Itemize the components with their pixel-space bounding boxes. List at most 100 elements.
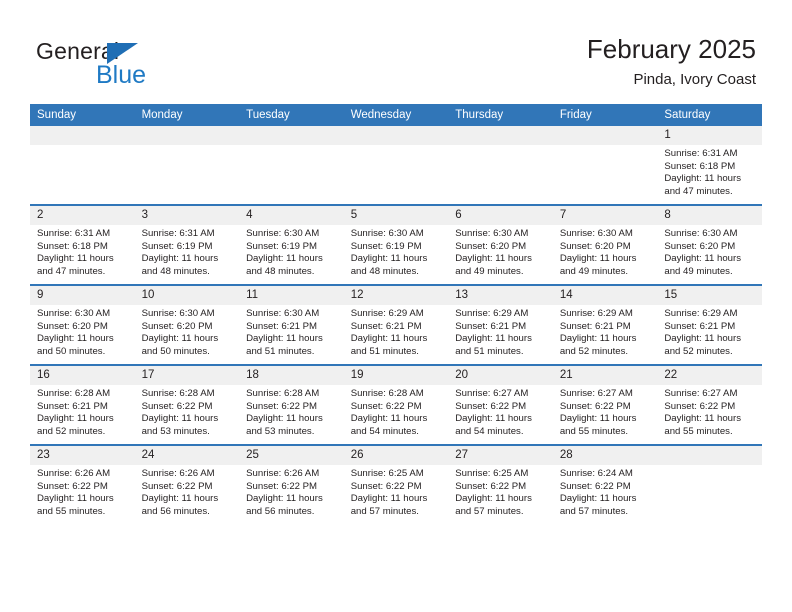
day-cell[interactable]: 17 Sunrise: 6:28 AM Sunset: 6:22 PM Dayl… [134, 364, 240, 445]
day-cell[interactable]: 21 Sunrise: 6:27 AM Sunset: 6:22 PM Dayl… [552, 364, 658, 445]
day-number [239, 126, 344, 145]
daylight-text-line1: Daylight: 11 hours [559, 493, 637, 505]
day-cell[interactable]: 13 Sunrise: 6:29 AM Sunset: 6:21 PM Dayl… [448, 284, 553, 365]
day-number: 28 [552, 446, 658, 465]
day-details: Sunrise: 6:29 AM Sunset: 6:21 PM Dayligh… [344, 305, 449, 358]
day-details: Sunrise: 6:31 AM Sunset: 6:18 PM Dayligh… [657, 145, 762, 198]
day-cell[interactable]: 7 Sunrise: 6:30 AM Sunset: 6:20 PM Dayli… [552, 204, 658, 285]
sunset-text: Sunset: 6:19 PM [246, 240, 318, 252]
sunrise-text: Sunrise: 6:30 AM [141, 308, 215, 319]
daylight-text-line2: and 56 minutes. [141, 505, 210, 517]
day-details: Sunrise: 6:27 AM Sunset: 6:22 PM Dayligh… [448, 385, 553, 438]
sunset-text: Sunset: 6:20 PM [141, 320, 213, 332]
week-row: 1 Sunrise: 6:31 AM Sunset: 6:18 PM Dayli… [30, 126, 762, 205]
day-cell[interactable]: 23 Sunrise: 6:26 AM Sunset: 6:22 PM Dayl… [30, 444, 135, 524]
week-row: 2 Sunrise: 6:31 AM Sunset: 6:18 PM Dayli… [30, 204, 762, 285]
sunset-text: Sunset: 6:22 PM [455, 480, 527, 492]
day-cell[interactable]: 9 Sunrise: 6:30 AM Sunset: 6:20 PM Dayli… [30, 284, 135, 365]
day-cell[interactable]: 15 Sunrise: 6:29 AM Sunset: 6:21 PM Dayl… [657, 284, 762, 365]
day-details: Sunrise: 6:30 AM Sunset: 6:20 PM Dayligh… [30, 305, 135, 358]
sunrise-text: Sunrise: 6:27 AM [455, 388, 529, 399]
day-cell-empty [448, 126, 553, 205]
weekday-header-wednesday: Wednesday [343, 104, 449, 126]
daylight-text-line1: Daylight: 11 hours [37, 493, 114, 505]
daylight-text-line2: and 53 minutes. [246, 425, 315, 437]
sunset-text: Sunset: 6:19 PM [350, 240, 422, 252]
page-title: February 2025 [586, 34, 756, 64]
day-cell[interactable]: 1 Sunrise: 6:31 AM Sunset: 6:18 PM Dayli… [657, 126, 762, 205]
day-cell[interactable]: 24 Sunrise: 6:26 AM Sunset: 6:22 PM Dayl… [134, 444, 240, 524]
day-cell[interactable]: 6 Sunrise: 6:30 AM Sunset: 6:20 PM Dayli… [448, 204, 553, 285]
day-cell[interactable]: 10 Sunrise: 6:30 AM Sunset: 6:20 PM Dayl… [134, 284, 240, 365]
sunset-text: Sunset: 6:22 PM [350, 400, 422, 412]
day-cell[interactable]: 19 Sunrise: 6:28 AM Sunset: 6:22 PM Dayl… [343, 364, 449, 445]
day-cell[interactable]: 11 Sunrise: 6:30 AM Sunset: 6:21 PM Dayl… [239, 284, 344, 365]
day-cell[interactable]: 26 Sunrise: 6:25 AM Sunset: 6:22 PM Dayl… [343, 444, 449, 524]
sunset-text: Sunset: 6:21 PM [246, 320, 318, 332]
sunrise-text: Sunrise: 6:28 AM [350, 388, 424, 399]
sunrise-text: Sunrise: 6:29 AM [350, 308, 424, 319]
sunrise-text: Sunrise: 6:29 AM [455, 308, 529, 319]
day-cell[interactable]: 5 Sunrise: 6:30 AM Sunset: 6:19 PM Dayli… [343, 204, 449, 285]
day-cell[interactable]: 14 Sunrise: 6:29 AM Sunset: 6:21 PM Dayl… [552, 284, 658, 365]
day-cell[interactable]: 22 Sunrise: 6:27 AM Sunset: 6:22 PM Dayl… [657, 364, 762, 445]
day-number: 18 [239, 366, 344, 385]
day-number: 7 [552, 206, 658, 225]
sunrise-text: Sunrise: 6:26 AM [246, 468, 320, 479]
daylight-text-line1: Daylight: 11 hours [246, 493, 323, 505]
day-details: Sunrise: 6:28 AM Sunset: 6:22 PM Dayligh… [239, 385, 344, 438]
day-number: 1 [657, 126, 762, 145]
day-cell[interactable]: 28 Sunrise: 6:24 AM Sunset: 6:22 PM Dayl… [552, 444, 658, 524]
sunset-text: Sunset: 6:18 PM [664, 160, 736, 172]
day-cell[interactable]: 2 Sunrise: 6:31 AM Sunset: 6:18 PM Dayli… [30, 204, 135, 285]
day-number: 25 [239, 446, 344, 465]
weekday-header-tuesday: Tuesday [239, 104, 344, 126]
day-number: 3 [134, 206, 240, 225]
sunset-text: Sunset: 6:20 PM [455, 240, 527, 252]
day-cell[interactable]: 27 Sunrise: 6:25 AM Sunset: 6:22 PM Dayl… [448, 444, 553, 524]
day-details: Sunrise: 6:27 AM Sunset: 6:22 PM Dayligh… [553, 385, 658, 438]
day-number: 17 [134, 366, 240, 385]
daylight-text-line1: Daylight: 11 hours [37, 333, 114, 345]
sunset-text: Sunset: 6:19 PM [141, 240, 213, 252]
day-cell[interactable]: 12 Sunrise: 6:29 AM Sunset: 6:21 PM Dayl… [343, 284, 449, 365]
sunset-text: Sunset: 6:20 PM [664, 240, 736, 252]
day-number: 21 [552, 366, 658, 385]
day-details: Sunrise: 6:28 AM Sunset: 6:22 PM Dayligh… [135, 385, 240, 438]
sunset-text: Sunset: 6:22 PM [246, 400, 318, 412]
day-number: 8 [657, 206, 762, 225]
day-number: 15 [657, 286, 762, 305]
daylight-text-line2: and 55 minutes. [664, 425, 733, 437]
day-number: 5 [343, 206, 449, 225]
daylight-text-line1: Daylight: 11 hours [37, 413, 114, 425]
day-cell[interactable]: 4 Sunrise: 6:30 AM Sunset: 6:19 PM Dayli… [239, 204, 344, 285]
day-number: 6 [448, 206, 553, 225]
day-cell[interactable]: 25 Sunrise: 6:26 AM Sunset: 6:22 PM Dayl… [239, 444, 344, 524]
sunrise-text: Sunrise: 6:30 AM [350, 228, 424, 239]
day-cell[interactable]: 8 Sunrise: 6:30 AM Sunset: 6:20 PM Dayli… [657, 204, 762, 285]
day-cell[interactable]: 16 Sunrise: 6:28 AM Sunset: 6:21 PM Dayl… [30, 364, 135, 445]
day-cell[interactable]: 3 Sunrise: 6:31 AM Sunset: 6:19 PM Dayli… [134, 204, 240, 285]
page-header: General Blue February 2025 Pinda, Ivory … [0, 0, 792, 104]
sunset-text: Sunset: 6:22 PM [37, 480, 108, 492]
daylight-text-line2: and 48 minutes. [350, 265, 419, 277]
sunrise-text: Sunrise: 6:30 AM [664, 228, 738, 239]
day-number: 16 [30, 366, 135, 385]
day-details: Sunrise: 6:30 AM Sunset: 6:20 PM Dayligh… [448, 225, 553, 278]
daylight-text-line1: Daylight: 11 hours [246, 253, 323, 265]
day-details: Sunrise: 6:30 AM Sunset: 6:19 PM Dayligh… [239, 225, 344, 278]
sunrise-text: Sunrise: 6:24 AM [559, 468, 633, 479]
daylight-text-line2: and 49 minutes. [664, 265, 733, 277]
calendar-body: 1 Sunrise: 6:31 AM Sunset: 6:18 PM Dayli… [30, 126, 762, 524]
sunrise-text: Sunrise: 6:31 AM [37, 228, 111, 239]
day-cell[interactable]: 20 Sunrise: 6:27 AM Sunset: 6:22 PM Dayl… [448, 364, 553, 445]
day-details: Sunrise: 6:30 AM Sunset: 6:20 PM Dayligh… [657, 225, 762, 278]
sunset-text: Sunset: 6:21 PM [559, 320, 631, 332]
sunrise-text: Sunrise: 6:28 AM [141, 388, 215, 399]
day-details: Sunrise: 6:29 AM Sunset: 6:21 PM Dayligh… [657, 305, 762, 358]
weekday-header-friday: Friday [552, 104, 658, 126]
day-details: Sunrise: 6:25 AM Sunset: 6:22 PM Dayligh… [344, 465, 449, 518]
daylight-text-line1: Daylight: 11 hours [350, 413, 428, 425]
day-cell[interactable]: 18 Sunrise: 6:28 AM Sunset: 6:22 PM Dayl… [239, 364, 344, 445]
day-number [448, 126, 553, 145]
